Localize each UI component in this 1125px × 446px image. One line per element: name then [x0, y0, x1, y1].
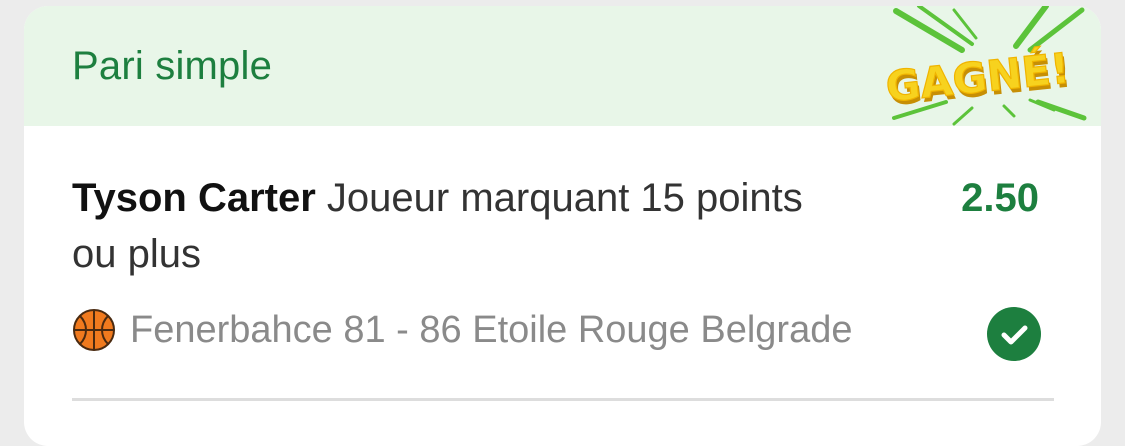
- bet-type-title: Pari simple: [72, 44, 273, 88]
- basketball-icon: [73, 309, 115, 351]
- bet-card[interactable]: Pari simple GAGNÉ! GAGNÉ! Tyson Carter J…: [24, 6, 1101, 446]
- match-score-text: Fenerbahce 81 - 86 Etoile Rouge Belgrade: [130, 309, 853, 351]
- bet-selection: Tyson Carter Joueur marquant 15 points o…: [72, 170, 832, 282]
- match-info: Fenerbahce 81 - 86 Etoile Rouge Belgrade: [72, 306, 1052, 356]
- odds-value: 2.50: [961, 176, 1039, 220]
- divider: [72, 398, 1054, 401]
- check-circle-icon: [987, 307, 1041, 361]
- bet-card-header: Pari simple GAGNÉ! GAGNÉ!: [24, 6, 1101, 126]
- svg-text:GAGNÉ!: GAGNÉ!: [883, 43, 1072, 112]
- player-name: Tyson Carter: [72, 176, 316, 220]
- won-badge-icon: GAGNÉ! GAGNÉ!: [883, 6, 1087, 126]
